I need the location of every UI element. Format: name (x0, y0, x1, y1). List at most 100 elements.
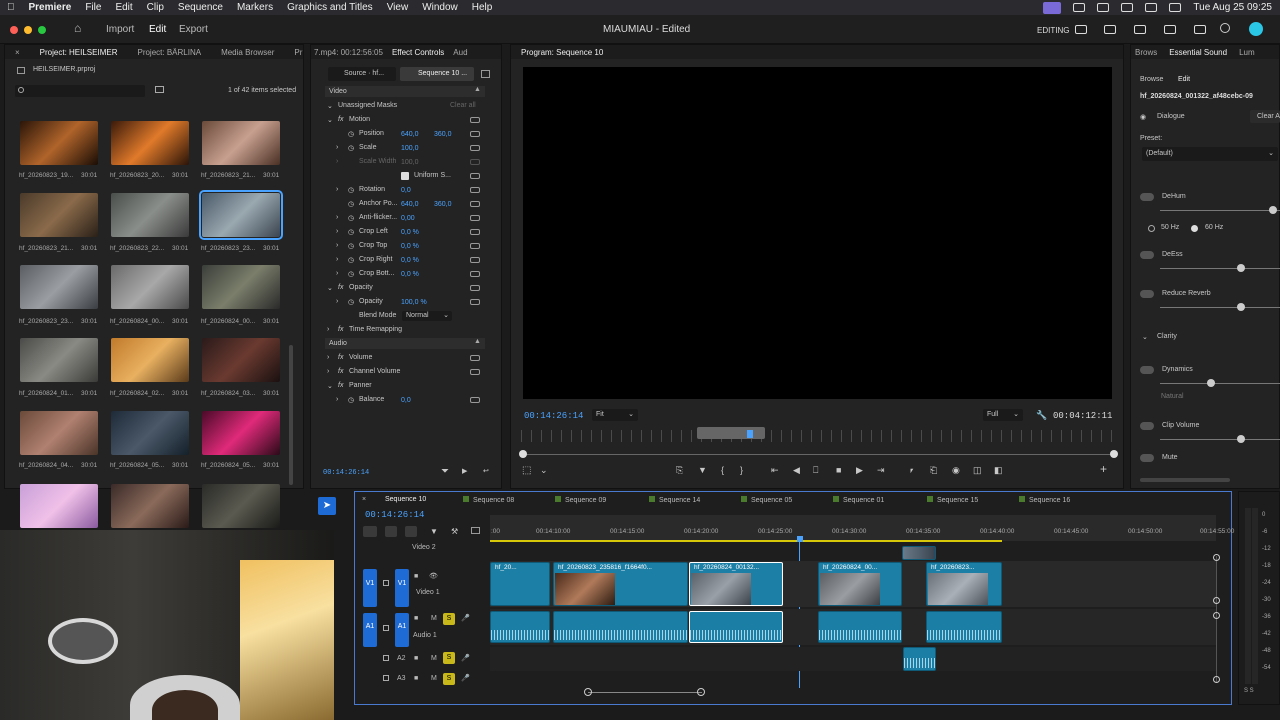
keyframe-toggle-icon[interactable]: ◷ (348, 144, 354, 152)
mode-label[interactable]: EDITING (1037, 26, 1069, 35)
reduce-reverb-toggle[interactable] (1140, 290, 1154, 298)
opacity-value[interactable]: 100,0 % (401, 299, 427, 306)
eye-icon[interactable]: 👁 (429, 572, 438, 580)
overwrite-icon[interactable]: ⎗ (930, 465, 937, 476)
microphone-icon[interactable]: 🎤 (461, 674, 470, 682)
cast-icon[interactable] (1097, 3, 1110, 12)
wrench-icon[interactable]: 🔧 (1036, 410, 1047, 421)
video-clip[interactable] (902, 546, 936, 560)
clip-thumbnail[interactable] (202, 121, 280, 165)
keyframe-toggle-icon[interactable]: ◷ (348, 214, 354, 222)
position-x[interactable]: 640,0 (401, 131, 419, 138)
menu-help[interactable]: Help (465, 2, 500, 13)
reset-icon[interactable] (470, 131, 480, 137)
dynamics-slider-knob[interactable] (1207, 379, 1215, 387)
tab-source-clip[interactable]: 7.mp4: 00:12:56:05 (311, 48, 386, 57)
reset-icon[interactable] (470, 243, 480, 249)
wifi-icon[interactable] (1145, 3, 1158, 12)
crop-left-value[interactable]: 0,0 % (401, 229, 419, 236)
playhead-marker[interactable] (747, 430, 753, 438)
mark-in-icon[interactable]: { (721, 465, 724, 475)
zoom-handle[interactable] (697, 427, 765, 439)
program-timecode[interactable]: 00:14:26:14 (524, 411, 583, 421)
clip-thumbnail[interactable] (20, 338, 98, 382)
video-clip-selected[interactable]: hf_20260824_00132... (689, 562, 783, 606)
scroll-handle[interactable] (1213, 612, 1220, 619)
lock-icon[interactable] (383, 655, 389, 661)
clip-thumbnail-selected[interactable] (199, 190, 283, 240)
tab-audio[interactable]: Aud (450, 48, 470, 57)
reset-icon[interactable] (470, 145, 480, 151)
mute-a3-button[interactable]: M (431, 675, 437, 682)
minimize-window-icon[interactable] (24, 26, 32, 34)
reset-icon[interactable] (470, 285, 480, 291)
datetime[interactable]: Tue Aug 25 09:25 (1193, 2, 1272, 13)
clip-thumbnail[interactable] (111, 121, 189, 165)
radio-50hz[interactable] (1148, 225, 1155, 232)
expand-icon[interactable]: › (336, 144, 338, 151)
v1-track-target[interactable]: V1 (395, 569, 409, 607)
quick-export-icon[interactable] (1134, 25, 1146, 34)
playhead-handle[interactable] (797, 536, 803, 542)
lock-icon[interactable] (383, 675, 389, 681)
dehum-toggle[interactable] (1140, 193, 1154, 201)
clip-thumbnail[interactable] (202, 411, 280, 455)
horizontal-scrollbar[interactable] (1140, 478, 1230, 482)
rotation-value[interactable]: 0,0 (401, 187, 411, 194)
reset-icon[interactable] (470, 355, 480, 361)
scroll-handle[interactable] (1213, 676, 1220, 683)
reverb-slider[interactable] (1160, 307, 1280, 308)
reset-icon[interactable] (470, 215, 480, 221)
help-icon[interactable] (1220, 23, 1230, 33)
expand-icon[interactable]: ⌄ (327, 382, 333, 390)
reverb-slider-knob[interactable] (1237, 303, 1245, 311)
audio-clip[interactable] (926, 611, 1002, 643)
menu-sequence[interactable]: Sequence (171, 2, 230, 13)
share-icon[interactable] (1104, 25, 1116, 34)
tab-sequence-01[interactable]: Sequence 01 (833, 496, 884, 504)
video-clip[interactable]: hf_20260823... (926, 562, 1002, 606)
expand-icon[interactable]: › (336, 214, 338, 221)
keyframe-toggle-icon[interactable]: ◷ (348, 186, 354, 194)
clip-thumbnail[interactable] (202, 338, 280, 382)
clip-thumbnail[interactable] (202, 265, 280, 309)
solo-a1-button[interactable]: S (443, 613, 455, 625)
reset-icon[interactable] (470, 397, 480, 403)
sync-lock-icon[interactable]: ■ (414, 655, 418, 662)
tab-sequence-09[interactable]: Sequence 09 (555, 496, 606, 504)
expand-icon[interactable]: › (336, 242, 338, 249)
fullscreen-icon[interactable] (1194, 25, 1206, 34)
safe-margins-icon[interactable]: ⬚ (522, 465, 531, 476)
tab-lumetri[interactable]: Lum (1235, 48, 1259, 57)
audio-icon[interactable] (1164, 25, 1176, 34)
microphone-icon[interactable]: 🎤 (461, 654, 470, 662)
comparison-view-icon[interactable]: ◫ (973, 465, 982, 476)
chevron-down-icon[interactable]: ⌄ (1142, 333, 1148, 341)
mark-out-icon[interactable]: } (740, 465, 743, 475)
filter-icon[interactable]: ⏷ (441, 466, 449, 477)
lock-icon[interactable] (383, 580, 389, 586)
audio-clip[interactable] (490, 611, 550, 643)
linked-selection-icon[interactable] (405, 526, 417, 537)
scroll-handle[interactable] (1213, 554, 1220, 561)
export-icon[interactable]: ↩ (483, 467, 489, 475)
dehum-slider-knob[interactable] (1269, 206, 1277, 214)
keyframe-toggle-icon[interactable]: ◷ (348, 130, 354, 138)
sync-lock-icon[interactable]: ■ (414, 573, 418, 580)
clip-thumbnail[interactable] (111, 338, 189, 382)
menu-window[interactable]: Window (415, 2, 465, 13)
clip-thumbnail[interactable] (20, 484, 98, 528)
menu-clip[interactable]: Clip (140, 2, 171, 13)
go-to-in-icon[interactable]: ⇤ (771, 465, 779, 476)
add-marker-icon[interactable]: ▼ (430, 527, 438, 536)
position-y[interactable]: 360,0 (434, 131, 452, 138)
sync-lock-icon[interactable]: ■ (414, 615, 418, 622)
expand-icon[interactable]: › (336, 186, 338, 193)
reset-icon[interactable] (470, 257, 480, 263)
reset-icon[interactable] (470, 173, 480, 179)
tab-program[interactable]: Program: Sequence 10 (511, 48, 613, 57)
clip-thumbnail[interactable] (20, 193, 98, 237)
home-icon[interactable]: ⌂ (74, 21, 81, 35)
expand-icon[interactable]: ⌄ (327, 102, 333, 110)
tab-sequence-08[interactable]: Sequence 08 (463, 496, 514, 504)
